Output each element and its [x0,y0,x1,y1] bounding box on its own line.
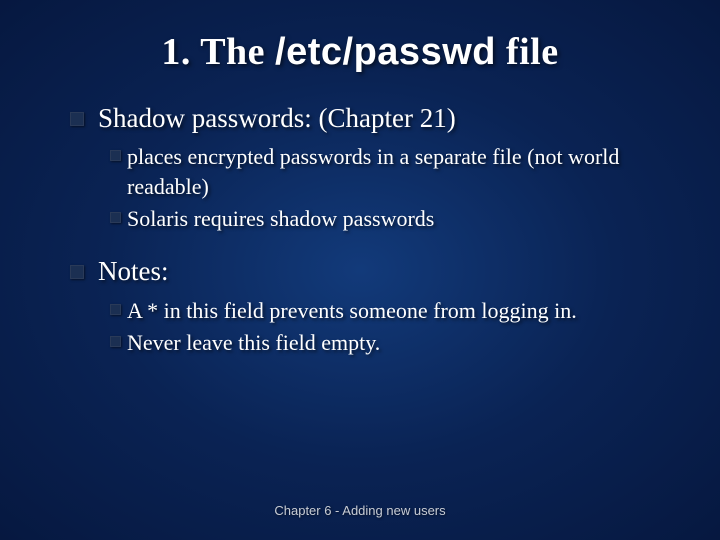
item-text: Shadow passwords: (Chapter 21) [98,102,456,134]
item-text: Notes: [98,255,169,287]
title-code: /etc/passwd [275,31,496,73]
list-item: Notes: A * in this field prevents someon… [70,255,670,357]
square-bullet-icon [70,265,84,279]
list-item: Shadow passwords: (Chapter 21) places en… [70,102,670,233]
sub-list-item: Never leave this field empty. [110,328,670,358]
title-part1: 1. The [161,31,275,73]
slide-content: Shadow passwords: (Chapter 21) places en… [50,102,670,357]
slide-title: 1. The /etc/passwd file [50,30,670,74]
square-bullet-icon [110,304,121,315]
slide: 1. The /etc/passwd file Shadow passwords… [0,0,720,540]
bullet-line: Shadow passwords: (Chapter 21) [70,102,670,134]
square-bullet-icon [110,212,121,223]
sub-item-text: A * in this field prevents someone from … [127,296,577,326]
sub-list-item: Solaris requires shadow passwords [110,204,670,234]
square-bullet-icon [70,112,84,126]
sub-item-text: Never leave this field empty. [127,328,380,358]
sub-list: A * in this field prevents someone from … [70,296,670,357]
bullet-line: Notes: [70,255,670,287]
title-part2: file [496,31,559,73]
sub-list-item: places encrypted passwords in a separate… [110,142,670,201]
sub-item-text: Solaris requires shadow passwords [127,204,434,234]
slide-footer: Chapter 6 - Adding new users [0,503,720,518]
sub-list-item: A * in this field prevents someone from … [110,296,670,326]
sub-item-text: places encrypted passwords in a separate… [127,142,670,201]
sub-list: places encrypted passwords in a separate… [70,142,670,233]
square-bullet-icon [110,336,121,347]
square-bullet-icon [110,150,121,161]
